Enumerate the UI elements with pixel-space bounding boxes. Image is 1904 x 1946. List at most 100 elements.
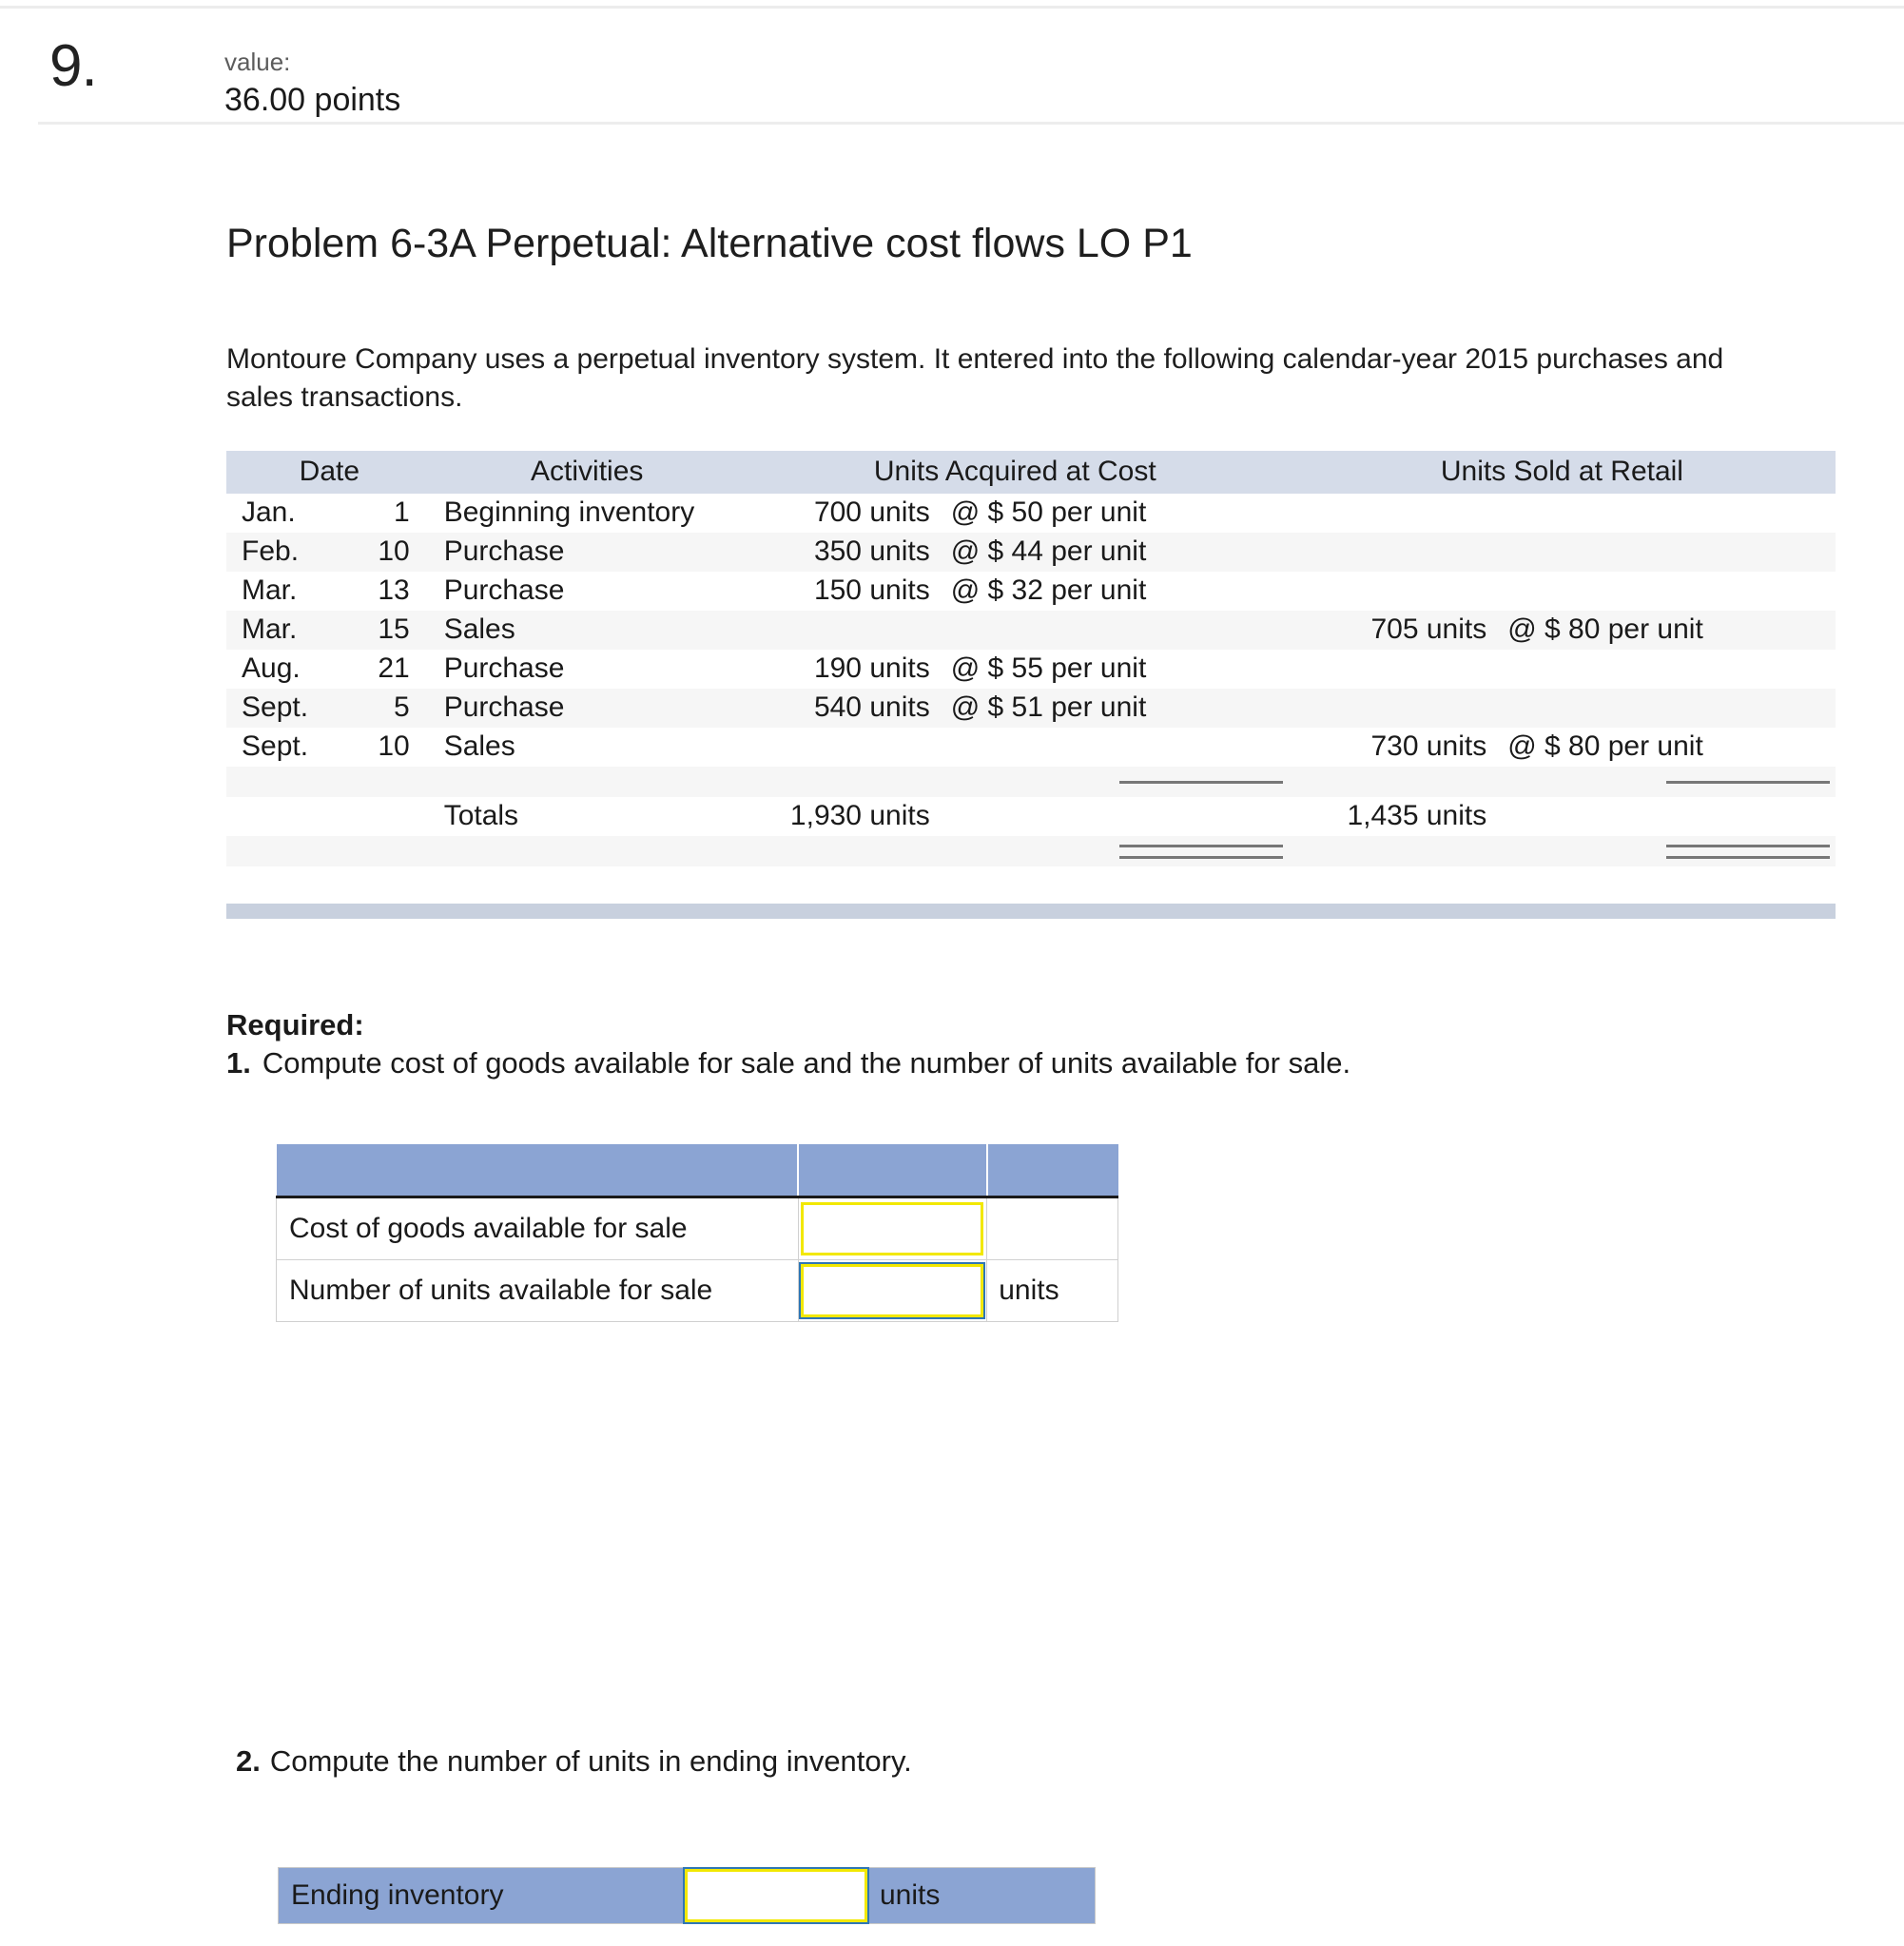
required-item-2-text: Compute the number of units in ending in… [269,1744,912,1778]
cell-acquired-units: 190 units [813,652,930,684]
cell-sold-rate: @ $ 80 per unit [1507,613,1703,645]
cell-activity: Purchase [443,691,565,723]
cell-month: Mar. [242,613,298,645]
acquired-total-rule [742,767,1289,797]
number-of-units-available-input[interactable] [800,1264,983,1317]
required-item-1-text: Compute cost of goods available for sale… [262,1046,1351,1080]
cell-sold-rate [1486,650,1836,689]
problem-title: Problem 6-3A Perpetual: Alternative cost… [226,221,1193,266]
cell-acquired-units: 700 units [813,496,930,528]
cell-acquired-rate: @ $ 55 per unit [950,652,1147,684]
table-header-row: Date Activities Units Acquired at Cost U… [226,451,1836,494]
cell-sold-units [1289,650,1486,689]
cell-sold-units: 705 units [1370,613,1487,645]
cell-acquired-units: 350 units [813,535,930,567]
cost-of-goods-available-input[interactable] [800,1202,983,1255]
cell-sold-rate [1486,689,1836,728]
cell-acquired-rate: @ $ 44 per unit [950,535,1147,567]
totals-double-rule-row [226,836,1836,866]
cell-sold-total: 1,435 units [1347,800,1487,831]
cell-acquired-rate: @ $ 50 per unit [950,496,1147,528]
column-header-date: Date [226,451,433,494]
cell-number-of-units-input[interactable] [797,1259,988,1322]
cell-day: 10 [378,730,410,762]
table-row: Sept. 10 Sales 730 units @ $ 80 per unit [226,728,1836,767]
sold-total-rule [1289,767,1836,797]
table-row: Aug. 21 Purchase 190 units @ $ 55 per unit [226,650,1836,689]
required-item-1-number: 1. [226,1046,251,1080]
required-label: Required: [226,1008,364,1041]
required-item-2-number: 2. [236,1744,261,1778]
transactions-table: Date Activities Units Acquired at Cost U… [226,451,1836,866]
cell-acquired-units [742,728,930,767]
table-row: Feb. 10 Purchase 350 units @ $ 44 per unit [226,533,1836,572]
cell-acquired-rate: @ $ 51 per unit [950,691,1147,723]
table-row: Mar. 15 Sales 705 units @ $ 80 per unit [226,611,1836,650]
cell-sold-units [1289,689,1486,728]
cell-day: 21 [378,652,410,684]
question-header: 9. value: 36.00 points [0,11,1904,122]
column-header-activities: Activities [432,451,742,494]
table-row: Number of units available for sale units [276,1259,1118,1322]
acquired-total-double-rule [742,836,1289,866]
row-unit-ending-inventory: units [880,1879,941,1911]
cell-acquired-rate: @ $ 32 per unit [950,574,1147,606]
cell-day: 10 [378,535,410,567]
value-label: value: [224,48,291,76]
cell-month: Sept. [242,691,309,723]
cell-acquired-units: 150 units [813,574,930,606]
required-item-2: 2. Compute the number of units in ending … [236,1744,912,1779]
cell-totals-label: Totals [443,800,519,831]
table-row: Mar. 13 Purchase 150 units @ $ 32 per unit [226,572,1836,611]
table-row: Sept. 5 Purchase 540 units @ $ 51 per unit [226,689,1836,728]
row-unit-cost-of-goods [986,1197,1118,1260]
cell-sold-rate [1486,572,1836,611]
answer-table-1-header-row [276,1144,1118,1198]
table-row: Jan. 1 Beginning inventory 700 units @ $ 50 … [226,494,1836,533]
spacer [226,767,742,797]
cell-sold-rate [1486,533,1836,572]
answer-header-cell-unit [986,1144,1118,1198]
cell-cost-of-goods-input[interactable] [797,1197,988,1260]
answer-table-cost-and-units: Cost of goods available for sale Number … [276,1144,1118,1322]
totals-row: Totals 1,930 units 1,435 units [226,797,1836,836]
answer-header-cell-label [276,1144,800,1198]
cell-activity: Purchase [443,652,565,684]
totals-rule-row [226,767,1836,797]
cell-sold-units [1289,494,1486,533]
cell-month: Aug. [242,652,301,684]
header-divider [38,122,1904,125]
cell-day: 13 [378,574,410,606]
cell-day: 5 [394,691,410,723]
cell-sold-rate: @ $ 80 per unit [1507,730,1703,762]
cell-acquired-rate [930,611,1289,650]
cell-activity: Beginning inventory [443,496,695,528]
cell-acquired-units: 540 units [813,691,930,723]
row-label-ending-inventory: Ending inventory [291,1879,504,1911]
spacer [1486,797,1836,836]
cell-sold-units [1289,533,1486,572]
spacer [226,836,742,866]
problem-intro-text: Montoure Company uses a perpetual invent… [226,343,1724,413]
cell-activity: Purchase [443,535,565,567]
spacer [226,797,329,836]
ending-inventory-input[interactable] [685,1869,867,1922]
cell-activity: Sales [443,730,515,762]
column-header-units-acquired: Units Acquired at Cost [741,451,1289,494]
cell-day: 1 [394,496,410,528]
section-divider-bar [226,904,1836,919]
table-row: Cost of goods available for sale [276,1197,1118,1260]
cell-month: Sept. [242,730,309,762]
cell-acquired-units [742,611,930,650]
required-item-1: 1. Compute cost of goods available for sa… [226,1046,1350,1080]
spacer [930,797,1289,836]
cell-month: Feb. [242,535,300,567]
question-number: 9. [49,33,98,99]
cell-day: 15 [378,613,410,645]
cell-sold-units [1289,572,1486,611]
row-unit-number-of-units: units [986,1259,1118,1322]
answer-header-cell-value [798,1144,988,1198]
cell-activity: Purchase [443,574,565,606]
cell-sold-rate [1486,494,1836,533]
row-label-number-of-units-available: Number of units available for sale [276,1259,799,1322]
